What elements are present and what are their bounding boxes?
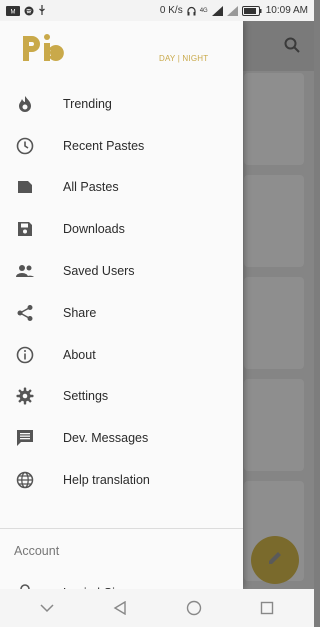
menu-item-recent-pastes[interactable]: Recent Pastes xyxy=(0,125,243,167)
new-paste-fab[interactable] xyxy=(251,536,299,584)
account-section-title: Account xyxy=(14,544,60,558)
home-button[interactable] xyxy=(176,593,212,623)
system-navigation-bar xyxy=(0,589,314,627)
background-card xyxy=(244,175,304,267)
flame-icon xyxy=(16,95,34,113)
hide-keyboard-button[interactable] xyxy=(29,593,65,623)
menu-item-label: Saved Users xyxy=(63,264,135,279)
background-card xyxy=(244,277,304,369)
menu-item-label: Trending xyxy=(63,96,112,111)
clock-icon xyxy=(16,137,34,155)
spotify-icon xyxy=(24,6,34,16)
menu-item-share[interactable]: Share xyxy=(0,292,243,334)
document-icon xyxy=(16,178,34,196)
clock-time: 10:09 AM xyxy=(265,5,308,16)
menu-item-label: Share xyxy=(63,305,97,320)
usb-icon xyxy=(38,5,46,16)
menu-item-downloads[interactable]: Downloads xyxy=(0,208,243,250)
pencil-icon xyxy=(266,549,284,572)
status-right: 0 K/s 4G 10:09 AM xyxy=(160,5,308,16)
message-icon xyxy=(16,429,34,447)
menu-item-about[interactable]: About xyxy=(0,334,243,376)
gear-icon xyxy=(16,387,34,405)
menu-item-label: Downloads xyxy=(63,222,125,237)
divider xyxy=(0,528,243,529)
svg-text:M: M xyxy=(11,9,16,15)
battery-icon xyxy=(241,5,262,16)
menu-item-label: Help translation xyxy=(63,473,150,488)
info-icon xyxy=(16,346,34,364)
drawer-menu: Trending Recent Pastes All Pastes Downlo… xyxy=(0,83,243,501)
menu-item-trending[interactable]: Trending xyxy=(0,83,243,125)
menu-item-all-pastes[interactable]: All Pastes xyxy=(0,167,243,209)
menu-item-label: Settings xyxy=(63,389,109,404)
search-icon[interactable] xyxy=(284,37,300,58)
recents-button[interactable] xyxy=(249,593,285,623)
navigation-drawer: DAY | NIGHT Trending Recent Pastes All P… xyxy=(0,21,243,602)
app-logo xyxy=(20,32,68,69)
status-bar: M 0 K/s 4G 10:09 AM xyxy=(0,0,314,21)
status-left: M xyxy=(6,5,46,16)
background-card xyxy=(244,379,304,471)
signal-icon-2 xyxy=(226,5,238,16)
menu-item-saved-users[interactable]: Saved Users xyxy=(0,250,243,292)
drawer-header: DAY | NIGHT xyxy=(0,21,243,77)
users-icon xyxy=(16,262,34,280)
menu-item-dev-messages[interactable]: Dev. Messages xyxy=(0,417,243,459)
day-night-toggle[interactable]: DAY | NIGHT xyxy=(159,54,208,63)
menu-item-label: All Pastes xyxy=(63,180,119,195)
menu-item-label: Dev. Messages xyxy=(63,431,149,446)
network-type: 4G xyxy=(199,7,208,14)
menu-item-label: About xyxy=(63,347,96,362)
save-icon xyxy=(16,220,34,238)
moon-icon[interactable] xyxy=(219,48,235,71)
back-button[interactable] xyxy=(102,593,138,623)
signal-icon xyxy=(211,5,223,16)
background-card xyxy=(244,73,304,165)
headset-icon xyxy=(187,6,196,16)
network-speed: 0 K/s xyxy=(159,5,183,16)
menu-item-settings[interactable]: Settings xyxy=(0,376,243,418)
menu-item-label: Recent Pastes xyxy=(63,138,145,153)
globe-icon xyxy=(16,471,34,489)
notification-app-icon: M xyxy=(6,5,20,16)
share-icon xyxy=(16,304,34,322)
menu-item-help-translation[interactable]: Help translation xyxy=(0,459,243,501)
